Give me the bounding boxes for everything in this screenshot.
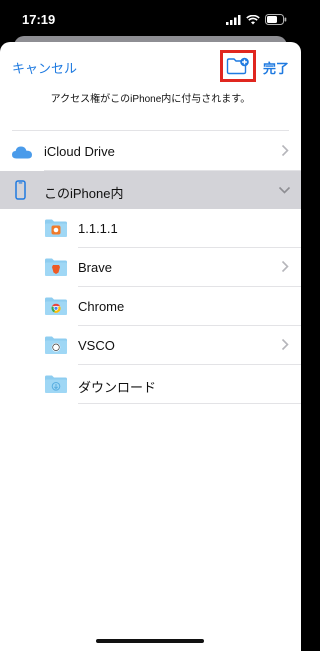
- location-on-my-iphone[interactable]: このiPhone内: [0, 171, 301, 209]
- folder-chrome-icon: [45, 297, 67, 315]
- chevron-right-icon: [281, 144, 289, 157]
- wifi-icon: [246, 14, 260, 24]
- folder-label: Chrome: [78, 299, 125, 314]
- battery-icon: [265, 14, 287, 25]
- folder-brave-icon: [45, 258, 67, 276]
- folder-row-1111[interactable]: 1.1.1.1: [0, 209, 301, 247]
- folder-downloads-icon: [45, 375, 67, 393]
- access-subtitle: アクセス権がこのiPhone内に付与されます。: [50, 94, 251, 105]
- folder-row-vsco[interactable]: VSCO: [0, 326, 301, 364]
- folder-vsco-icon: [45, 336, 67, 354]
- folder-1111-icon: [45, 219, 67, 237]
- folder-label: Brave: [78, 260, 112, 275]
- chevron-down-icon: [278, 186, 291, 194]
- new-folder-icon: [226, 57, 249, 75]
- status-icons: [226, 14, 287, 25]
- home-indicator[interactable]: [96, 639, 204, 643]
- status-time: 17:19: [22, 12, 56, 27]
- file-picker-sheet: キャンセル 完了 アクセス権がこのiPhone内に付与されます。 iCloud …: [0, 42, 301, 651]
- signal-icon: [226, 14, 241, 25]
- folder-label: ダウンロード: [78, 380, 157, 395]
- folder-row-chrome[interactable]: Chrome: [0, 287, 301, 325]
- new-folder-button[interactable]: [220, 50, 256, 82]
- divider: [78, 403, 301, 404]
- folder-row-brave[interactable]: Brave: [0, 248, 301, 286]
- location-icloud-drive[interactable]: iCloud Drive: [0, 132, 301, 170]
- folder-label: 1.1.1.1: [78, 221, 118, 236]
- iphone-icon: [15, 180, 26, 200]
- location-label: このiPhone内: [44, 186, 124, 201]
- chevron-right-icon: [281, 260, 289, 273]
- folder-row-downloads[interactable]: ダウンロード: [0, 365, 301, 403]
- location-label: iCloud Drive: [44, 144, 115, 159]
- done-button[interactable]: 完了: [263, 58, 289, 77]
- cancel-button[interactable]: キャンセル: [12, 58, 77, 77]
- divider: [12, 130, 289, 131]
- folder-label: VSCO: [78, 338, 115, 353]
- chevron-right-icon: [281, 338, 289, 351]
- icloud-icon: [12, 146, 32, 159]
- status-bar: 17:19: [0, 0, 301, 40]
